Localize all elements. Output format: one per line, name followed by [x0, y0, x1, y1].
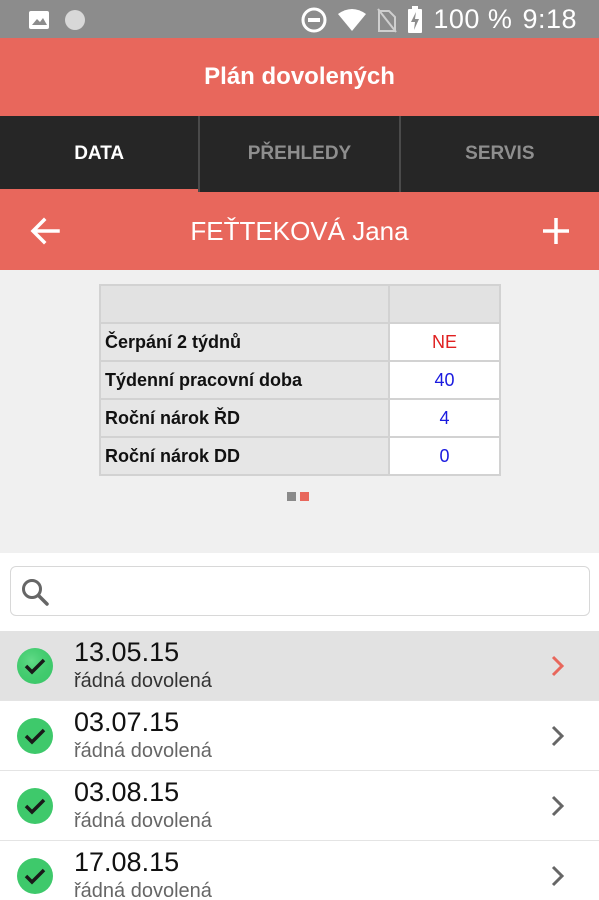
list-item-type: řádná dovolená	[74, 810, 212, 832]
summary-value: 40	[388, 360, 501, 400]
list-item[interactable]: 03.07.15 řádná dovolená	[0, 701, 599, 771]
app-title: Plán dovolených	[204, 63, 395, 90]
summary-header-row	[99, 284, 501, 324]
summary-value: NE	[388, 322, 501, 362]
check-circle-icon	[17, 648, 53, 684]
chevron-right-icon	[551, 655, 565, 677]
wifi-icon	[338, 8, 367, 31]
summary-header-label	[99, 284, 390, 324]
summary-value: 4	[388, 398, 501, 438]
check-circle-icon	[17, 788, 53, 824]
summary-row: Čerpání 2 týdnů NE	[99, 322, 501, 362]
list-item[interactable]: 13.05.15 řádná dovolená	[0, 631, 599, 701]
vacation-list: 13.05.15 řádná dovolená 03.07.15 řádná d…	[0, 631, 599, 900]
summary-value: 0	[388, 436, 501, 476]
clock: 9:18	[522, 4, 577, 34]
list-item[interactable]: 03.08.15 řádná dovolená	[0, 771, 599, 841]
list-item-type: řádná dovolená	[74, 880, 212, 900]
tab-prehledy[interactable]: PŘEHLEDY	[198, 116, 398, 192]
app-bar: Plán dovolených	[0, 38, 599, 116]
summary-row: Roční nárok DD 0	[99, 436, 501, 476]
person-header: FEŤTEKOVÁ Jana	[0, 192, 599, 270]
list-item-date: 03.08.15	[74, 777, 180, 807]
list-item-type: řádná dovolená	[74, 670, 212, 692]
chevron-right-icon	[551, 725, 565, 747]
battery-percent: 100 %	[433, 4, 513, 34]
no-sim-icon	[377, 7, 398, 33]
tab-bar: DATA PŘEHLEDY SERVIS	[0, 116, 599, 192]
search-icon	[22, 579, 49, 606]
search-input[interactable]	[59, 573, 579, 609]
circle-notification-icon	[65, 10, 85, 30]
summary-panel: Čerpání 2 týdnů NE Týdenní pracovní doba…	[0, 270, 599, 553]
check-circle-icon	[17, 858, 53, 894]
summary-header-value	[388, 284, 501, 324]
battery-charging-icon	[408, 5, 423, 33]
summary-row: Roční nárok ŘD 4	[99, 398, 501, 438]
add-icon[interactable]	[539, 214, 573, 248]
image-icon	[29, 11, 49, 29]
chevron-right-icon	[551, 865, 565, 887]
search-box[interactable]	[10, 566, 590, 616]
person-name: FEŤTEKOVÁ Jana	[190, 215, 409, 246]
list-item-type: řádná dovolená	[74, 740, 212, 762]
search-area	[0, 553, 599, 631]
summary-row: Týdenní pracovní doba 40	[99, 360, 501, 400]
summary-label: Roční nárok ŘD	[99, 398, 390, 438]
list-item-date: 13.05.15	[74, 637, 180, 667]
page-dot-2[interactable]	[300, 492, 309, 501]
summary-label: Čerpání 2 týdnů	[99, 322, 390, 362]
page-indicator	[287, 492, 309, 501]
summary-label: Roční nárok DD	[99, 436, 390, 476]
tab-data[interactable]: DATA	[0, 116, 199, 192]
list-item-date: 17.08.15	[74, 847, 180, 877]
back-arrow-icon[interactable]	[28, 214, 62, 248]
summary-table: Čerpání 2 týdnů NE Týdenní pracovní doba…	[99, 284, 501, 476]
status-bar: 100 % 9:18	[0, 0, 599, 38]
tab-servis[interactable]: SERVIS	[398, 116, 599, 192]
list-item-date: 03.07.15	[74, 707, 180, 737]
chevron-right-icon	[551, 795, 565, 817]
check-circle-icon	[17, 718, 53, 754]
summary-label: Týdenní pracovní doba	[99, 360, 390, 400]
list-item[interactable]: 17.08.15 řádná dovolená	[0, 841, 599, 900]
do-not-disturb-icon	[301, 7, 327, 32]
page-dot-1[interactable]	[287, 492, 296, 501]
